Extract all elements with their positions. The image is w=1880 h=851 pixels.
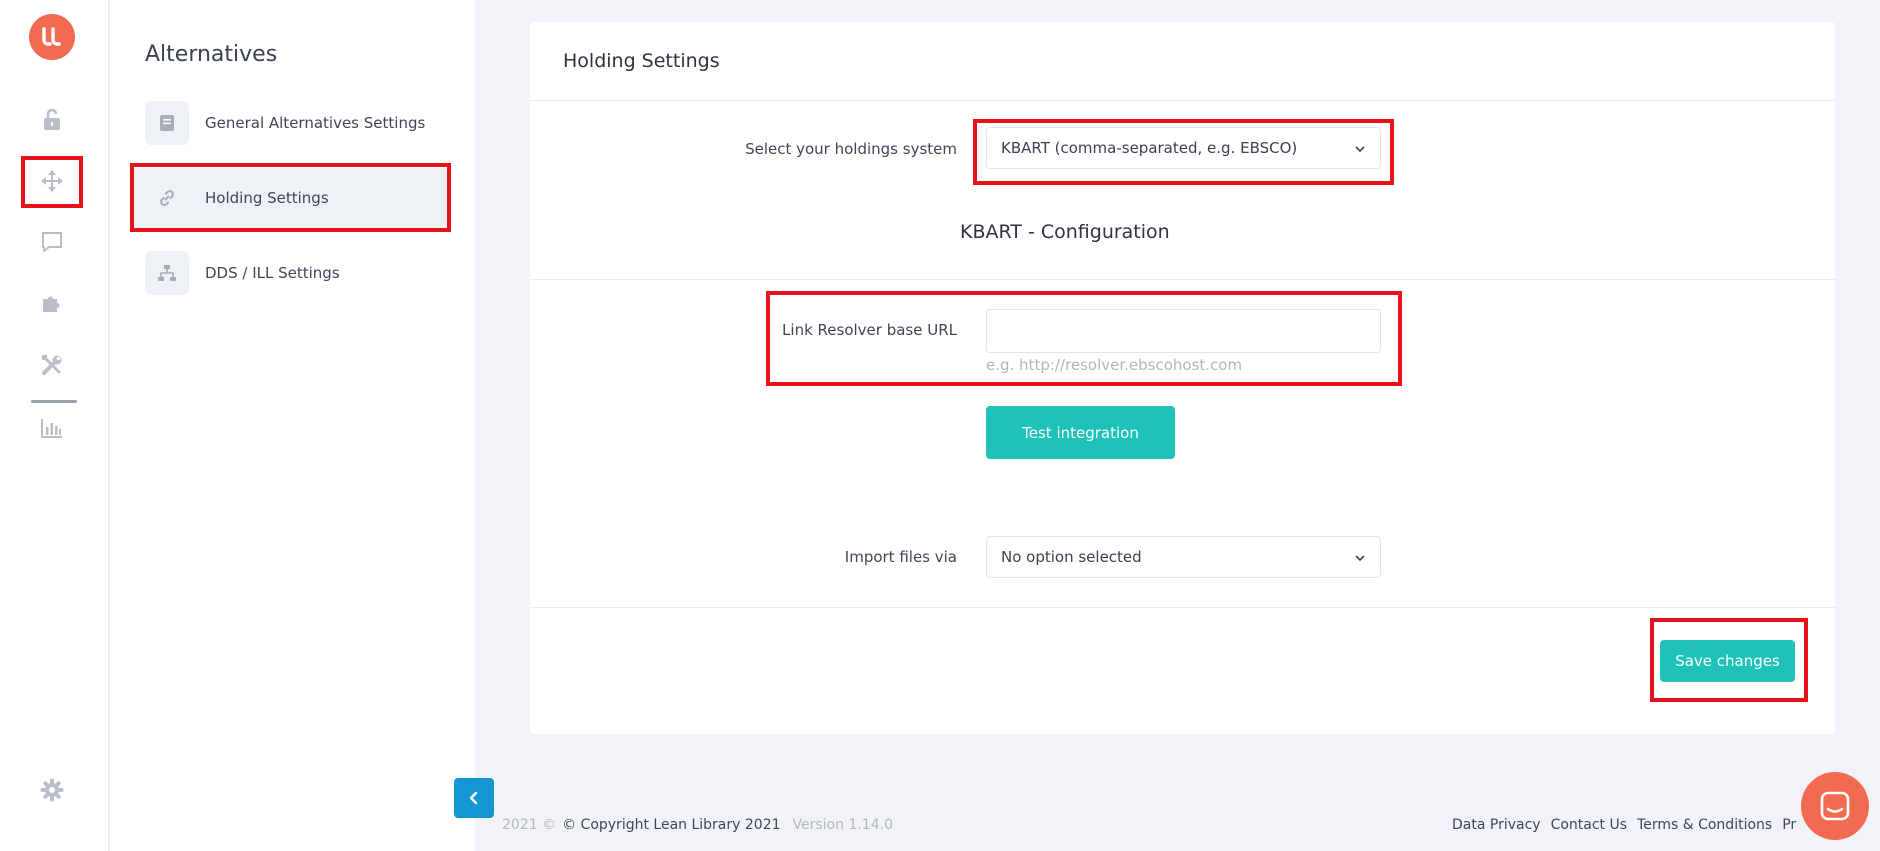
divider — [530, 607, 1835, 608]
bar-chart-icon[interactable] — [37, 413, 67, 443]
import-files-value: No option selected — [1001, 548, 1142, 566]
footer-copyright: © Copyright Lean Library 2021 — [562, 817, 781, 833]
chevron-down-icon — [1354, 139, 1366, 157]
divider — [530, 100, 1835, 101]
sidebar-item-holding-settings[interactable]: Holding Settings — [134, 168, 450, 228]
tools-icon[interactable] — [37, 350, 67, 380]
footer-link-privacy[interactable]: Pr — [1782, 817, 1796, 833]
lean-library-logo[interactable] — [29, 14, 75, 60]
footer-link-contact-us[interactable]: Contact Us — [1551, 817, 1627, 833]
import-files-label: Import files via — [844, 548, 957, 566]
link-resolver-label: Link Resolver base URL — [782, 321, 957, 339]
chat-icon — [1820, 791, 1850, 821]
sidebar-item-dds-ill[interactable]: DDS / ILL Settings — [134, 243, 450, 303]
sidebar-item-label: Holding Settings — [205, 189, 329, 207]
link-resolver-hint: e.g. http://resolver.ebscohost.com — [986, 356, 1243, 374]
holdings-system-select[interactable]: KBART (comma-separated, e.g. EBSCO) — [986, 127, 1381, 169]
footer-year: 2021 © — [502, 817, 557, 833]
gear-icon[interactable] — [37, 775, 67, 805]
kbart-configuration-heading: KBART - Configuration — [960, 221, 1170, 243]
logo-mark-icon — [42, 27, 61, 46]
page-title: Holding Settings — [563, 50, 720, 72]
footer-left: 2021 © © Copyright Lean Library 2021 Versi… — [502, 817, 893, 833]
link-icon — [145, 176, 189, 220]
chat-launcher-button[interactable] — [1801, 772, 1869, 840]
holdings-system-label: Select your holdings system — [745, 140, 957, 158]
footer-link-terms[interactable]: Terms & Conditions — [1637, 817, 1772, 833]
puzzle-icon[interactable] — [37, 288, 67, 318]
sidebar-item-label: General Alternatives Settings — [205, 114, 426, 132]
sidebar-item-general-alternatives[interactable]: General Alternatives Settings — [134, 93, 450, 153]
import-files-select[interactable]: No option selected — [986, 536, 1381, 578]
holdings-system-value: KBART (comma-separated, e.g. EBSCO) — [1001, 139, 1298, 157]
footer-links: Data Privacy Contact Us Terms & Conditions… — [1452, 817, 1806, 833]
sidebar-title: Alternatives — [145, 42, 278, 67]
sitemap-icon — [145, 251, 189, 295]
sidebar-item-label: DDS / ILL Settings — [205, 264, 340, 282]
rail-divider — [31, 400, 77, 403]
icon-rail — [0, 0, 109, 851]
footer-link-data-privacy[interactable]: Data Privacy — [1452, 817, 1541, 833]
move-arrows-icon[interactable] — [37, 166, 67, 196]
test-integration-button[interactable]: Test integration — [986, 406, 1175, 459]
collapse-sidebar-button[interactable] — [454, 778, 494, 818]
divider — [530, 279, 1835, 280]
chevron-left-icon — [469, 791, 478, 805]
book-icon — [145, 101, 189, 145]
link-resolver-url-input[interactable] — [986, 309, 1381, 353]
footer-version: Version 1.14.0 — [792, 817, 893, 833]
save-changes-button[interactable]: Save changes — [1660, 640, 1795, 682]
footer: 2021 © © Copyright Lean Library 2021 Versi… — [502, 817, 1880, 837]
chat-bubble-icon[interactable] — [37, 227, 67, 257]
chevron-down-icon — [1354, 548, 1366, 566]
alternatives-sidebar: Alternatives General Alternatives Settin… — [110, 0, 475, 851]
holding-settings-card: Holding Settings Select your holdings sy… — [530, 22, 1835, 734]
unlock-icon[interactable] — [37, 105, 67, 135]
